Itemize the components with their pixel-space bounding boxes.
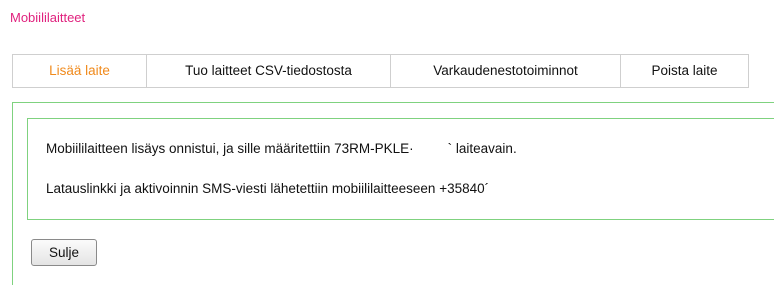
page: Mobiililaitteet Lisää laite Tuo laitteet… [0, 0, 774, 285]
success-message-line-1: Mobiililaitteen lisäys onnistui, ja sill… [46, 141, 517, 156]
page-title: Mobiililaitteet [10, 10, 86, 25]
tab-import-csv[interactable]: Tuo laitteet CSV-tiedostosta [147, 55, 391, 87]
tab-anti-theft[interactable]: Varkaudenestotoiminnot [391, 55, 621, 87]
tab-add-device[interactable]: Lisää laite [13, 55, 147, 87]
tab-bar: Lisää laite Tuo laitteet CSV-tiedostosta… [12, 54, 749, 88]
content-panel: Mobiililaitteen lisäys onnistui, ja sill… [12, 102, 774, 285]
success-message-line-2: Latauslinkki ja aktivoinnin SMS-viesti l… [46, 181, 490, 196]
device-key-suffix: ` laiteavain. [447, 141, 517, 156]
success-message-box: Mobiililaitteen lisäys onnistui, ja sill… [27, 118, 774, 220]
tab-remove-device[interactable]: Poista laite [621, 55, 748, 87]
device-key-text: Mobiililaitteen lisäys onnistui, ja sill… [46, 141, 414, 156]
close-button[interactable]: Sulje [31, 239, 97, 266]
